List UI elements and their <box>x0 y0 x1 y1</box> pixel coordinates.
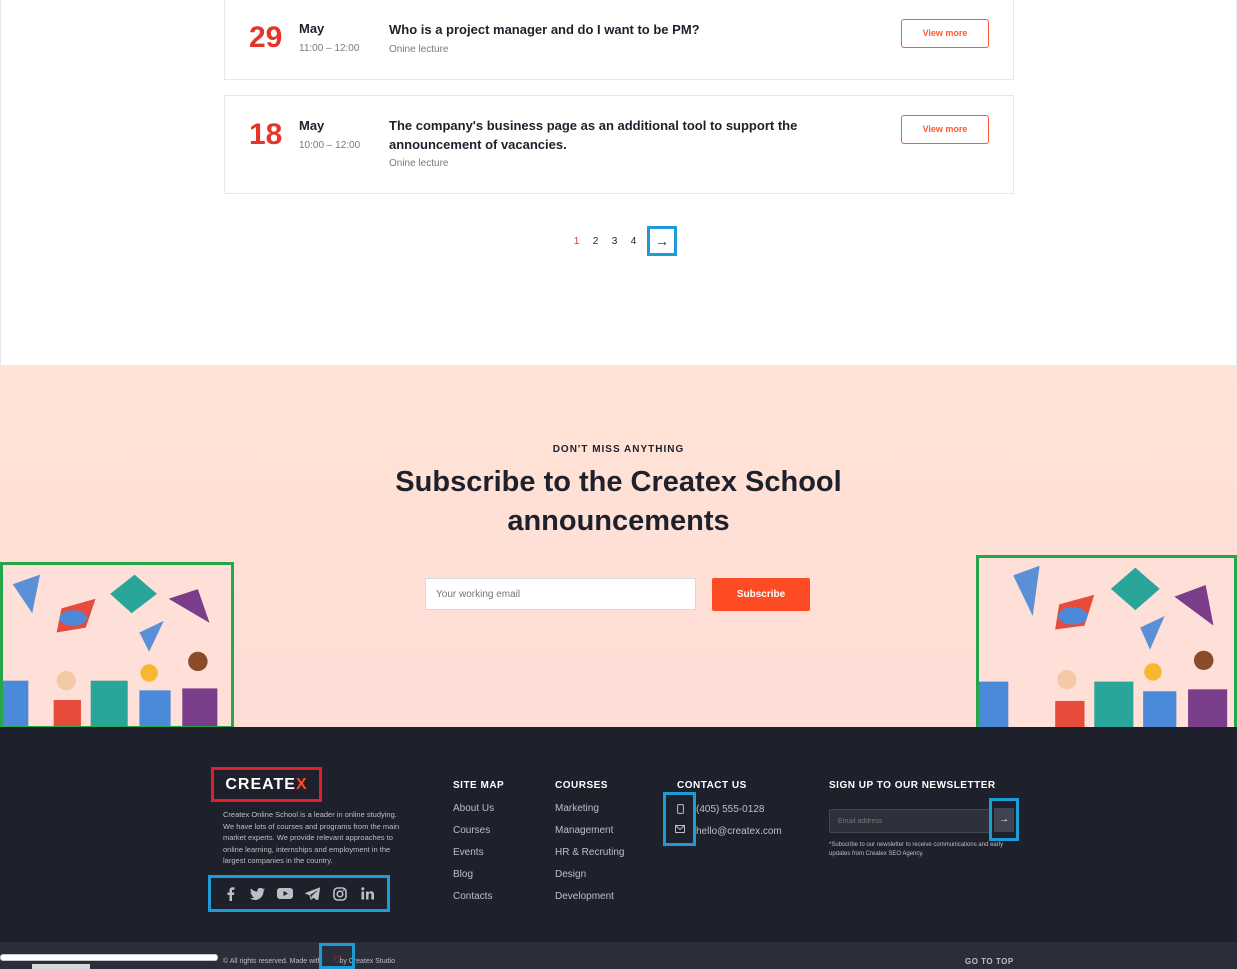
logo-x: X <box>295 775 308 793</box>
footer-link-management[interactable]: Management <box>555 825 624 847</box>
sitemap-heading: SITE MAP <box>453 780 505 791</box>
event-card: 29 May 11:00 – 12:00 Who is a project ma… <box>224 0 1014 80</box>
phone-icon <box>675 804 685 814</box>
copyright-text: © All rights reserved. Made with by Crea… <box>223 958 396 965</box>
sitemap-list: About Us Courses Events Blog Contacts <box>453 803 494 913</box>
event-time: 11:00 – 12:00 <box>299 43 360 54</box>
social-links <box>208 875 390 912</box>
newsletter-submit-button[interactable]: → <box>989 798 1019 841</box>
contact-phone[interactable]: (405) 555-0128 <box>696 804 764 815</box>
newsletter-note: *Subscribe to our newsletter to receive … <box>829 842 1004 857</box>
subscribe-section: DON'T MISS ANYTHING Subscribe to the Cre… <box>0 365 1237 730</box>
view-more-button[interactable]: View more <box>901 19 989 48</box>
footer-link-events[interactable]: Events <box>453 847 494 869</box>
go-to-top-link[interactable]: GO TO TOP <box>965 957 1014 966</box>
scrollbar-thumb[interactable] <box>32 964 90 969</box>
subscribe-eyebrow: DON'T MISS ANYTHING <box>552 444 685 455</box>
footer-link-marketing[interactable]: Marketing <box>555 803 624 825</box>
event-month: May <box>299 21 325 36</box>
footer-link-blog[interactable]: Blog <box>453 869 494 891</box>
youtube-icon[interactable] <box>276 885 294 903</box>
event-title: Who is a project manager and do I want t… <box>389 22 700 37</box>
footer-link-contacts[interactable]: Contacts <box>453 891 494 913</box>
footer-link-about[interactable]: About Us <box>453 803 494 825</box>
event-title: The company's business page as an additi… <box>389 118 798 152</box>
footer-link-hr[interactable]: HR & Recruting <box>555 847 624 869</box>
event-card: 18 May 10:00 – 12:00 The company's busin… <box>224 95 1014 194</box>
page-3[interactable]: 3 <box>605 236 624 247</box>
event-type: Onine lecture <box>389 158 449 169</box>
arrow-right-icon: → <box>655 233 669 249</box>
courses-heading: COURSES <box>555 780 608 791</box>
page-4[interactable]: 4 <box>624 236 643 247</box>
graduation-illustration-right <box>976 555 1237 730</box>
site-footer: CREATE X Createx Online School is a leade… <box>0 727 1237 969</box>
instagram-icon[interactable] <box>331 885 349 903</box>
event-month: May <box>299 118 325 133</box>
subscribe-email-input[interactable] <box>425 578 696 610</box>
footer-link-development[interactable]: Development <box>555 891 624 913</box>
footer-link-courses[interactable]: Courses <box>453 825 494 847</box>
page-2[interactable]: 2 <box>586 236 605 247</box>
events-section: 29 May 11:00 – 12:00 Who is a project ma… <box>0 0 1237 365</box>
newsletter-email-input[interactable] <box>829 809 989 833</box>
courses-list: Marketing Management HR & Recruting Desi… <box>555 803 624 913</box>
page-1[interactable]: 1 <box>567 236 586 247</box>
event-day: 18 <box>249 118 283 151</box>
subscribe-button[interactable]: Subscribe <box>712 578 810 611</box>
mail-icon <box>675 825 685 835</box>
heart-icon-box: ♡ <box>319 943 355 969</box>
event-day: 29 <box>249 21 283 54</box>
newsletter-heading: SIGN UP TO OUR NEWSLETTER <box>829 780 996 791</box>
heart-icon: ♡ <box>333 955 342 966</box>
twitter-icon[interactable] <box>249 885 267 903</box>
telegram-icon[interactable] <box>304 885 322 903</box>
contact-email[interactable]: hello@createx.com <box>696 826 782 837</box>
linkedin-icon[interactable] <box>358 885 376 903</box>
contact-icons-box <box>663 792 696 846</box>
pagination: 1 2 3 4 → <box>567 226 677 256</box>
graduation-illustration-left <box>0 562 234 729</box>
arrow-right-icon: → <box>994 807 1014 832</box>
createx-logo[interactable]: CREATE X <box>211 767 322 802</box>
subscribe-title: Subscribe to the Createx School announce… <box>395 466 842 537</box>
next-page-button[interactable]: → <box>647 226 677 256</box>
facebook-icon[interactable] <box>222 885 240 903</box>
event-type: Onine lecture <box>389 44 449 55</box>
contact-heading: CONTACT US <box>677 780 747 791</box>
horizontal-scrollbar[interactable] <box>0 954 218 961</box>
view-more-button[interactable]: View more <box>901 115 989 144</box>
footer-about-text: Createx Online School is a leader in onl… <box>223 810 400 865</box>
event-time: 10:00 – 12:00 <box>299 140 361 151</box>
logo-text: CREATE <box>225 775 296 793</box>
footer-link-design[interactable]: Design <box>555 869 624 891</box>
